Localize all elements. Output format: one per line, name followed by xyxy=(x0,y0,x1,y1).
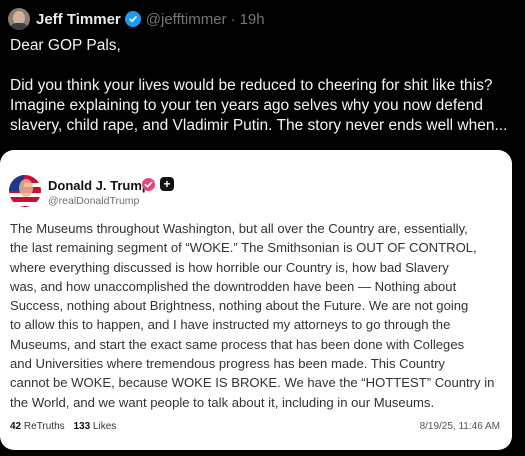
verified-badge-icon xyxy=(124,11,141,27)
avatar[interactable] xyxy=(8,8,30,30)
tweet-text-line: Imagine explaining to your ten years ago… xyxy=(10,97,484,114)
quoted-post-stats: 42 ReTruths 133 Likes xyxy=(10,421,116,432)
author-name[interactable]: Jeff Timmer xyxy=(36,11,121,28)
retruths-stat[interactable]: 42 ReTruths xyxy=(10,421,65,432)
quoted-text-line: and Universities where tremendous progre… xyxy=(10,356,445,372)
likes-label: Likes xyxy=(92,421,117,432)
retruths-label: ReTruths xyxy=(23,421,65,432)
likes-count: 133 xyxy=(73,421,91,432)
quoted-text-line: Museums, and start the exact same proces… xyxy=(10,336,465,352)
quoted-text-line: was, and how unaccomplished the downtrod… xyxy=(10,278,457,294)
quoted-author-handle[interactable]: @realDonaldTrump xyxy=(48,195,139,207)
likes-stat[interactable]: 133 Likes xyxy=(73,421,116,432)
tweet-text: Dear GOP Pals, Did you think your lives … xyxy=(10,36,515,136)
tweet-text-line: Dear GOP Pals, xyxy=(10,37,121,54)
separator: · xyxy=(230,10,236,28)
quoted-post-card[interactable]: Donald J. Trump + @realDonaldTrump The M… xyxy=(0,150,512,450)
tweet-text-line: Did you think your lives would be reduce… xyxy=(10,77,493,94)
plus-icon[interactable]: + xyxy=(160,177,174,191)
quoted-text-line: to allow this to happen, and I have inst… xyxy=(10,317,451,333)
quoted-text-line: the World, and we want people to talk ab… xyxy=(10,394,435,410)
quoted-post-timestamp[interactable]: 8/19/25, 11:46 AM xyxy=(420,421,500,432)
author-handle[interactable]: @jefftimmer xyxy=(146,11,227,28)
verified-badge-pink-icon xyxy=(142,178,155,191)
quoted-avatar[interactable] xyxy=(9,175,41,207)
quoted-text-line: cannot be WOKE, because WOKE IS BROKE. W… xyxy=(10,375,495,391)
post-age[interactable]: 19h xyxy=(240,11,265,28)
quoted-text-line: Success, nothing about Brightness, nothi… xyxy=(10,298,469,314)
quoted-text-line: the last remaining segment of “WOKE.” Th… xyxy=(10,240,477,256)
retruths-count: 42 xyxy=(10,421,22,432)
quoted-post-text: The Museums throughout Washington, but a… xyxy=(10,219,502,412)
quoted-author-name[interactable]: Donald J. Trump xyxy=(48,178,150,193)
tweet-header: Jeff Timmer @jefftimmer · 19h xyxy=(8,7,265,31)
quoted-text-line: The Museums throughout Washington, but a… xyxy=(10,221,468,236)
quoted-text-line: where everything discussed is how horrib… xyxy=(10,259,449,275)
tweet-text-line: slavery, child rape, and Vladimir Putin.… xyxy=(10,117,508,134)
